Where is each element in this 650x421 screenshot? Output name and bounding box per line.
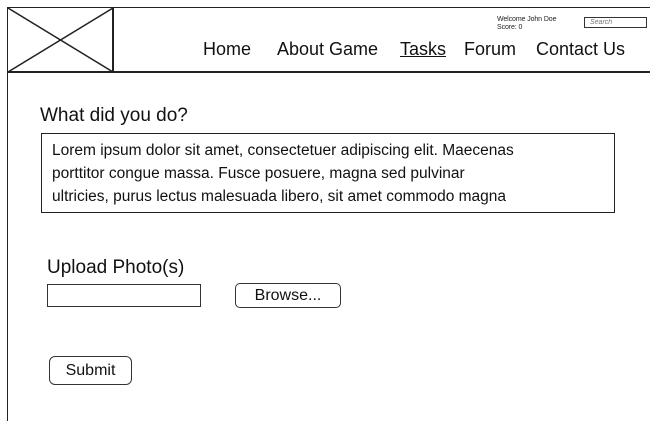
nav-about-game[interactable]: About Game [277,38,378,60]
question-heading: What did you do? [40,105,188,126]
nav-home[interactable]: Home [203,38,251,60]
upload-photos-label: Upload Photo(s) [47,257,185,278]
nav-tasks[interactable]: Tasks [400,38,446,60]
user-info: Welcome John Doe Score: 0 [497,16,556,32]
header: Welcome John Doe Score: 0 Home About Gam… [7,7,650,73]
search-input[interactable] [584,17,647,28]
score-text: Score: 0 [497,24,523,31]
answer-line: ultricies, purus lectus malesuada libero… [52,188,507,205]
answer-line: porttitor congue massa. Fusce posuere, m… [52,165,465,182]
page-frame: Welcome John Doe Score: 0 Home About Gam… [0,0,650,421]
image-placeholder-icon [8,8,113,72]
nav-forum[interactable]: Forum [464,38,516,60]
answer-textarea[interactable]: Lorem ipsum dolor sit amet, consectetuer… [41,133,615,213]
logo-placeholder [7,8,114,72]
nav-contact-us[interactable]: Contact Us [536,38,625,60]
welcome-text: Welcome John Doe [497,16,557,23]
file-path-field[interactable] [47,284,201,307]
answer-line: Lorem ipsum dolor sit amet, consectetuer… [52,142,514,159]
submit-button[interactable]: Submit [49,356,132,385]
browse-button[interactable]: Browse... [235,283,341,308]
